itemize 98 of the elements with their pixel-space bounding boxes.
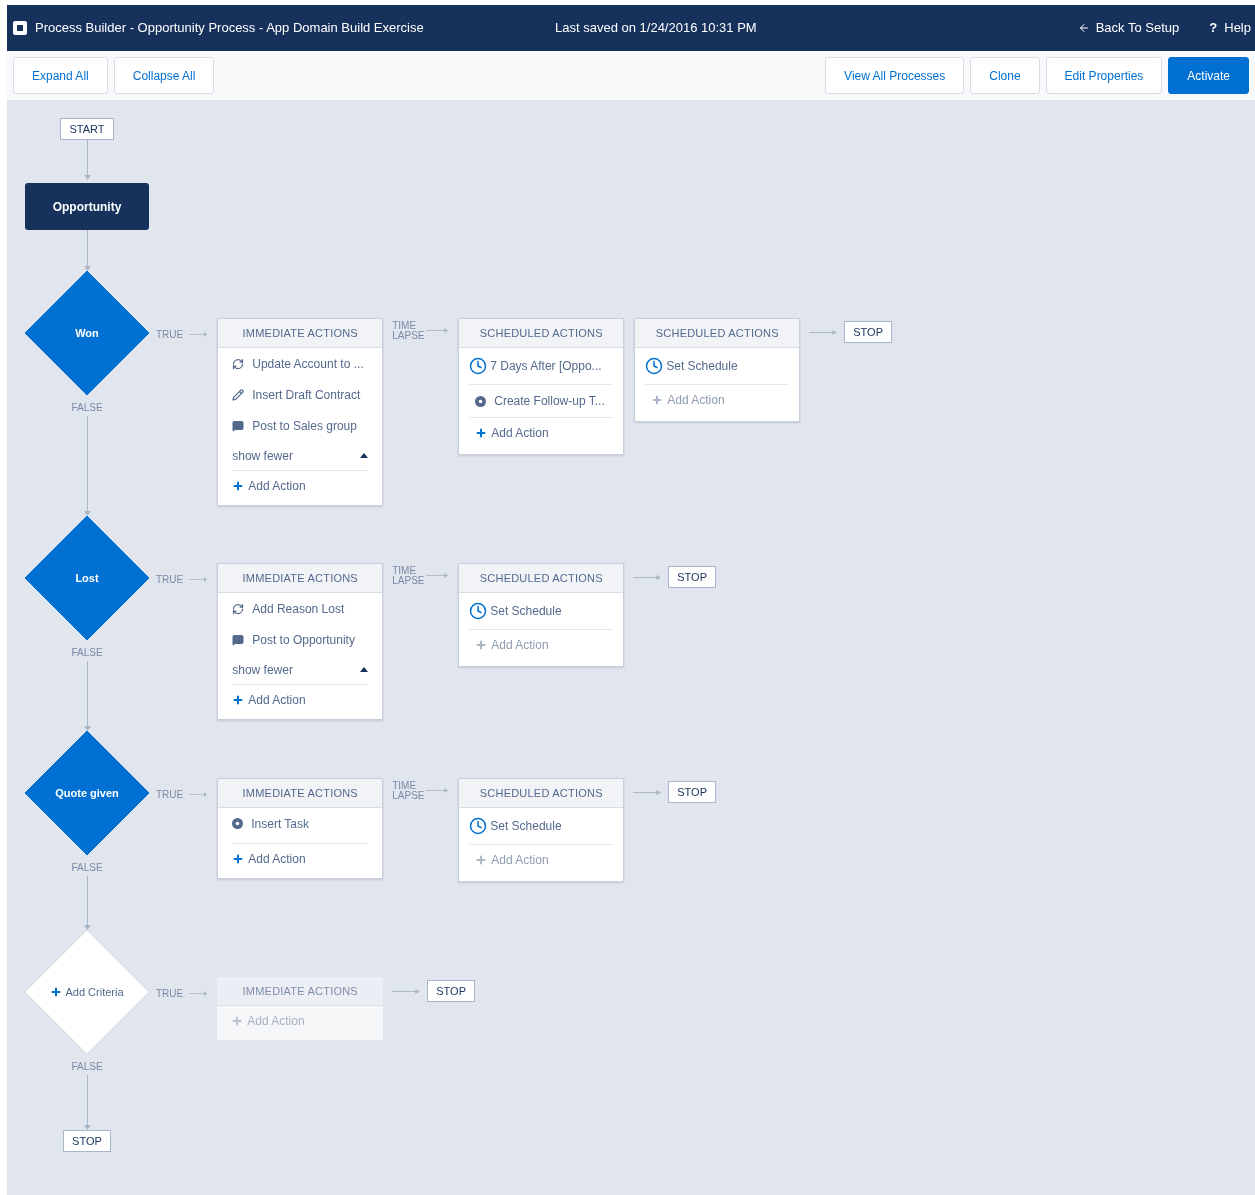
false-label: FALSE bbox=[71, 647, 103, 659]
true-label: TRUE bbox=[156, 573, 184, 587]
schedule-item[interactable]: Set Schedule bbox=[645, 348, 790, 385]
connector-arrow bbox=[83, 876, 91, 930]
card-header: SCHEDULED ACTIONS bbox=[459, 779, 624, 808]
pencil-icon bbox=[232, 388, 245, 401]
card-header: SCHEDULED ACTIONS bbox=[459, 564, 624, 593]
schedule-item[interactable]: Set Schedule bbox=[469, 808, 614, 845]
stop-node: STOP bbox=[668, 781, 716, 803]
stop-node: START bbox=[60, 118, 114, 140]
action-item[interactable]: Post to Sales group bbox=[232, 410, 369, 441]
time-lapse-label: TIME LAPSE bbox=[392, 781, 426, 801]
clock-icon bbox=[469, 602, 488, 620]
connector-arrow bbox=[426, 327, 449, 334]
decision-diamond[interactable] bbox=[25, 731, 149, 855]
connector-arrow bbox=[392, 987, 421, 995]
criteria-label: Won bbox=[75, 325, 99, 341]
connector-arrow bbox=[189, 990, 208, 997]
action-item[interactable]: Add Reason Lost bbox=[232, 593, 369, 624]
plus-icon bbox=[231, 1015, 244, 1027]
connector-arrow bbox=[633, 788, 662, 796]
connector-arrow bbox=[426, 787, 449, 794]
caret-up-icon bbox=[360, 453, 369, 458]
connector-arrow bbox=[809, 328, 838, 336]
refresh-icon bbox=[232, 357, 245, 370]
card-header: SCHEDULED ACTIONS bbox=[635, 319, 800, 348]
connector-arrow bbox=[83, 230, 91, 271]
connector-arrow bbox=[633, 573, 662, 581]
clock-icon bbox=[469, 357, 488, 375]
schedule-item[interactable]: Set Schedule bbox=[469, 593, 614, 630]
card-header: IMMEDIATE ACTIONS bbox=[217, 977, 384, 1006]
toolbar-button[interactable]: Clone bbox=[970, 57, 1040, 94]
false-label: FALSE bbox=[71, 1061, 103, 1073]
connector-arrow bbox=[189, 791, 208, 798]
arrow-left-icon bbox=[1077, 22, 1090, 34]
add-action-button[interactable]: Add Action bbox=[232, 844, 369, 874]
add-action-button[interactable]: Add Action bbox=[232, 685, 369, 715]
card-header: IMMEDIATE ACTIONS bbox=[218, 319, 383, 348]
connector-arrow bbox=[426, 572, 449, 579]
clock-icon bbox=[645, 357, 664, 375]
criteria-label: Lost bbox=[75, 570, 99, 586]
plus-icon bbox=[475, 427, 488, 439]
plus-icon bbox=[475, 639, 488, 651]
chat-icon bbox=[232, 633, 245, 646]
true-label: TRUE bbox=[156, 788, 184, 802]
stop-node: STOP bbox=[844, 321, 892, 343]
toolbar-button[interactable]: Collapse All bbox=[113, 57, 215, 94]
back-to-setup-link[interactable]: Back To Setup bbox=[1077, 18, 1180, 38]
decision-diamond[interactable] bbox=[25, 516, 149, 640]
card-header: IMMEDIATE ACTIONS bbox=[218, 564, 383, 593]
toolbar-button[interactable]: View All Processes bbox=[825, 57, 965, 94]
last-saved-text: Last saved on 1/24/2016 10:31 PM bbox=[555, 19, 757, 38]
plus-icon bbox=[651, 394, 664, 406]
caret-up-icon bbox=[360, 667, 369, 672]
add-criteria-button[interactable]: Add Criteria bbox=[50, 983, 124, 1001]
chat-icon bbox=[232, 419, 245, 432]
clock-icon bbox=[469, 817, 488, 835]
window-title: Process Builder - Opportunity Process - App Domain Build Exercise bbox=[35, 19, 425, 38]
card-header: IMMEDIATE ACTIONS bbox=[218, 779, 383, 808]
criteria-label: Quote given bbox=[55, 785, 119, 801]
show-fewer-toggle[interactable]: show fewer bbox=[232, 441, 369, 471]
app-logo-icon bbox=[13, 21, 27, 35]
plus-icon bbox=[475, 854, 488, 866]
false-label: FALSE bbox=[71, 862, 103, 874]
plus-icon bbox=[232, 694, 245, 706]
time-lapse-label: TIME LAPSE bbox=[392, 321, 426, 341]
time-lapse-label: TIME LAPSE bbox=[392, 566, 426, 586]
connector-arrow bbox=[83, 140, 91, 180]
plus-icon bbox=[232, 853, 245, 865]
action-item[interactable]: Update Account to ... bbox=[232, 348, 369, 379]
plus-icon bbox=[232, 480, 245, 492]
plus-icon bbox=[50, 986, 63, 998]
card-header: SCHEDULED ACTIONS bbox=[459, 319, 624, 348]
add-action-button[interactable]: Add Action bbox=[232, 471, 369, 501]
stop-node: STOP bbox=[63, 1130, 111, 1152]
true-label: TRUE bbox=[156, 328, 184, 342]
toolbar-button[interactable]: Expand All bbox=[13, 57, 108, 94]
action-item[interactable]: Post to Opportunity bbox=[232, 624, 369, 655]
schedule-item[interactable]: 7 Days After [Oppo... bbox=[469, 348, 614, 385]
connector-arrow bbox=[83, 661, 91, 731]
toolbar-button[interactable]: Edit Properties bbox=[1045, 57, 1163, 94]
stop-node: STOP bbox=[668, 566, 716, 588]
object-node[interactable]: Opportunity bbox=[25, 183, 149, 230]
decision-diamond[interactable] bbox=[25, 271, 149, 395]
false-label: FALSE bbox=[71, 402, 103, 414]
help-link[interactable]: ? Help bbox=[1209, 18, 1251, 38]
refresh-icon bbox=[232, 602, 245, 615]
action-item[interactable]: Create Follow-up T... bbox=[469, 385, 614, 418]
true-label: TRUE bbox=[156, 987, 184, 1001]
add-action-button[interactable]: Add Action bbox=[475, 418, 549, 448]
connector-arrow bbox=[189, 331, 208, 338]
connector-arrow bbox=[83, 1075, 91, 1130]
connector-arrow bbox=[189, 576, 208, 583]
toolbar-button[interactable]: Activate bbox=[1168, 57, 1249, 94]
stop-node: STOP bbox=[427, 980, 475, 1002]
action-item[interactable]: Insert Draft Contract bbox=[232, 379, 369, 410]
action-item[interactable]: Insert Task bbox=[232, 808, 369, 839]
show-fewer-toggle[interactable]: show fewer bbox=[232, 655, 369, 685]
